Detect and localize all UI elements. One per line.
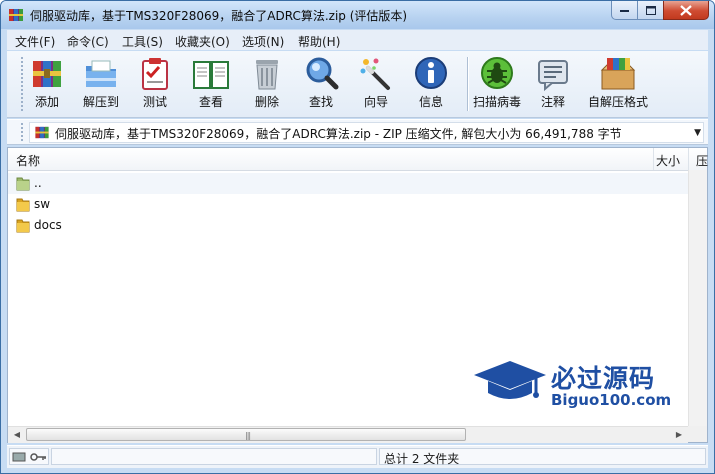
extract-to-icon <box>86 60 116 87</box>
folder-icon <box>16 198 30 212</box>
view-button[interactable]: 查看 <box>185 53 237 115</box>
menu-bar: 文件(F) 命令(C) 工具(S) 收藏夹(O) 选项(N) 帮助(H) <box>7 30 708 50</box>
list-item-folder[interactable]: sw <box>8 194 688 215</box>
vertical-scrollbar[interactable] <box>688 170 707 426</box>
status-segment-left <box>51 448 377 465</box>
comment-label: 注释 <box>540 95 565 109</box>
status-summary: 总计 2 文件夹 <box>384 452 460 466</box>
toolbar: 添加 解压到 测试 查看 删除 查找 向导 信息 扫描病毒 注释 自解压格式 <box>7 51 708 118</box>
list-item-folder[interactable]: docs <box>8 215 688 236</box>
menu-tools[interactable]: 工具(S) <box>122 33 163 50</box>
menu-options[interactable]: 选项(N) <box>242 33 284 50</box>
column-divider[interactable] <box>653 148 654 170</box>
status-icons-segment <box>9 448 49 465</box>
address-path: 伺服驱动库，基于TMS320F28069，融合了ADRC算法.zip - ZIP… <box>55 127 622 141</box>
winrar-app-icon[interactable] <box>8 7 24 23</box>
sfx-icon <box>600 58 636 90</box>
virus-scan-icon <box>481 57 513 89</box>
menu-file[interactable]: 文件(F) <box>15 33 55 50</box>
menu-help[interactable]: 帮助(H) <box>298 33 340 50</box>
add-archive-icon <box>33 61 61 87</box>
thumb-grip-icon: ||| <box>245 431 251 440</box>
info-icon <box>415 57 447 89</box>
minimize-button[interactable] <box>611 1 638 20</box>
watermark-title: 必过源码 <box>551 364 656 393</box>
dropdown-arrow-icon[interactable]: ▼ <box>694 128 701 138</box>
find-icon <box>306 57 339 90</box>
delete-button[interactable]: 删除 <box>241 53 293 115</box>
status-bar: 总计 2 文件夹 <box>7 445 708 468</box>
address-field[interactable]: 伺服驱动库，基于TMS320F28069，融合了ADRC算法.zip - ZIP… <box>29 122 704 143</box>
horizontal-scrollbar[interactable]: ◀ ||| ▶ <box>8 426 688 443</box>
archive-icon <box>35 126 49 139</box>
folder-icon <box>16 219 30 233</box>
scroll-left-icon[interactable]: ◀ <box>10 429 24 441</box>
comment-icon <box>538 60 568 92</box>
scrollbar-thumb[interactable]: ||| <box>26 428 466 441</box>
maximize-icon <box>645 5 656 15</box>
address-bar: 伺服驱动库，基于TMS320F28069，融合了ADRC算法.zip - ZIP… <box>7 119 708 145</box>
file-list: 名称 大小 压 .. sw docs ◀ ||| ▶ 必过源码 Biguo100… <box>7 147 708 443</box>
minimize-icon <box>619 10 629 12</box>
test-button[interactable]: 测试 <box>129 53 181 115</box>
file-name: .. <box>34 176 42 190</box>
parent-folder-icon <box>16 177 30 191</box>
list-header: 名称 大小 压 <box>8 148 708 171</box>
wizard-icon <box>360 58 390 90</box>
graduation-cap-icon <box>474 361 546 399</box>
scroll-right-icon[interactable]: ▶ <box>672 429 686 441</box>
column-divider[interactable] <box>688 148 689 170</box>
watermark-logo: 必过源码 Biguo100.com <box>472 357 682 413</box>
file-name: sw <box>34 197 51 211</box>
view-icon <box>193 61 229 89</box>
window-title: 伺服驱动库，基于TMS320F28069，融合了ADRC算法.zip (评估版本… <box>30 9 408 23</box>
close-icon <box>680 4 692 16</box>
column-name-header[interactable]: 名称 <box>16 152 40 169</box>
maximize-button[interactable] <box>637 1 664 20</box>
list-item-parent[interactable]: .. <box>8 173 688 194</box>
column-packed-header[interactable]: 压 <box>696 152 708 169</box>
close-button[interactable] <box>663 1 709 20</box>
virus-scan-button[interactable]: 扫描病毒 <box>471 53 523 115</box>
view-label: 查看 <box>198 95 223 109</box>
drive-key-icon[interactable] <box>12 450 48 463</box>
winrar-window: 伺服驱动库，基于TMS320F28069，融合了ADRC算法.zip (评估版本… <box>0 0 715 474</box>
info-label: 信息 <box>418 95 443 109</box>
virus-scan-label: 扫描病毒 <box>472 95 521 109</box>
file-name: docs <box>34 218 62 232</box>
info-button[interactable]: 信息 <box>405 53 457 115</box>
title-bar: 伺服驱动库，基于TMS320F28069，融合了ADRC算法.zip (评估版本… <box>1 1 714 29</box>
add-button[interactable]: 添加 <box>21 53 73 115</box>
delete-icon <box>256 60 278 90</box>
watermark-subtitle: Biguo100.com <box>551 391 672 409</box>
wizard-button[interactable]: 向导 <box>350 53 402 115</box>
address-grip[interactable] <box>21 123 23 141</box>
column-size-header[interactable]: 大小 <box>656 152 680 169</box>
sfx-button[interactable]: 自解压格式 <box>588 53 648 115</box>
comment-button[interactable]: 注释 <box>527 53 579 115</box>
sfx-label: 自解压格式 <box>587 95 648 109</box>
menu-commands[interactable]: 命令(C) <box>67 33 109 50</box>
find-button[interactable]: 查找 <box>295 53 347 115</box>
scrollbar-corner <box>688 426 707 442</box>
menu-favorites[interactable]: 收藏夹(O) <box>175 33 230 50</box>
extract-to-button[interactable]: 解压到 <box>75 53 127 115</box>
test-icon <box>142 58 168 90</box>
test-label: 测试 <box>142 95 167 109</box>
